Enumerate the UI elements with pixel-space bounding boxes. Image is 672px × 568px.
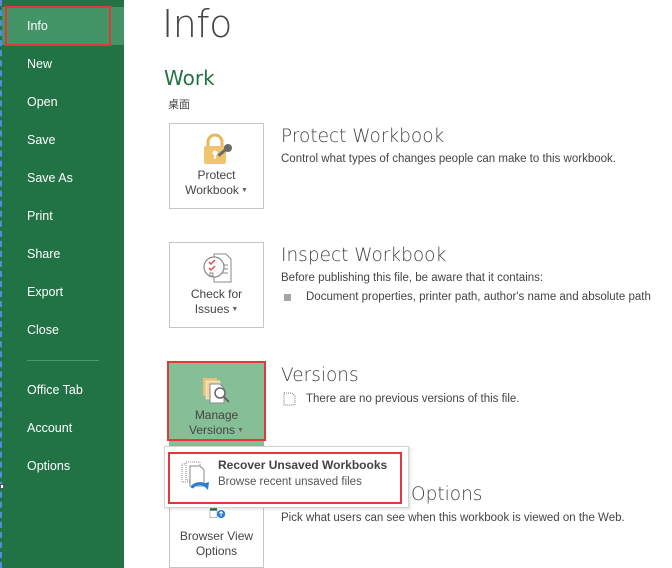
check-for-issues-button[interactable]: Check for Issues ▼ [169, 242, 264, 328]
check-label-1: Check for [190, 287, 243, 301]
inspect-bullet-item: Document properties, printer path, autho… [306, 291, 651, 303]
versions-title: Versions [281, 365, 359, 386]
browser-label-1: Browser View [179, 529, 254, 543]
versions-search-icon [202, 378, 230, 404]
sidebar-item-office-tab[interactable]: Office Tab [2, 371, 124, 409]
sidebar-item-new[interactable]: New [2, 45, 124, 83]
bullet-square-icon [284, 294, 291, 301]
sidebar-item-open[interactable]: Open [2, 83, 124, 121]
dropdown-caret-icon: ▼ [231, 306, 239, 314]
protect-workbook-description: Control what types of changes people can… [281, 153, 616, 165]
browser-label-2: Options [195, 544, 238, 558]
inspect-workbook-title: Inspect Workbook [281, 245, 447, 266]
sidebar-item-save[interactable]: Save [2, 121, 124, 159]
check-label-2: Issues ▼ [170, 302, 263, 317]
file-icon [283, 392, 296, 406]
versions-description: There are no previous versions of this f… [306, 393, 520, 405]
sidebar-item-account[interactable]: Account [2, 409, 124, 447]
check-label-2-text: Issues [194, 302, 230, 316]
checklist-icon [202, 253, 231, 283]
sidebar-item-options[interactable]: Options [2, 447, 124, 485]
recover-unsaved-title: Recover Unsaved Workbooks [218, 458, 388, 472]
versions-label-2-text: Versions [189, 423, 236, 437]
workbook-location: 桌面 [168, 99, 190, 111]
protect-workbook-button[interactable]: Protect Workbook ▼ [169, 123, 264, 209]
protect-label-2: Workbook ▼ [170, 183, 263, 198]
protect-label-2-text: Workbook [185, 183, 239, 197]
sidebar-item-print[interactable]: Print [2, 197, 124, 235]
manage-versions-dropdown: Recover Unsaved Workbooks Browse recent … [164, 446, 409, 508]
page-title: Info [162, 2, 232, 46]
inspect-workbook-description: Before publishing this file, be aware th… [281, 272, 544, 284]
sidebar-item-close[interactable]: Close [2, 311, 124, 349]
sidebar-divider [27, 360, 99, 361]
recover-files-icon [181, 461, 209, 490]
dropdown-caret-icon: ▼ [240, 187, 248, 195]
lock-key-icon [203, 133, 232, 164]
workbook-name: Work [164, 66, 215, 90]
protect-workbook-title: Protect Workbook [281, 126, 445, 147]
manage-versions-button[interactable]: Manage Versions ▼ [169, 363, 264, 449]
browser-view-icon [209, 508, 225, 519]
sidebar-item-save-as[interactable]: Save As [2, 159, 124, 197]
versions-label-2: Versions ▼ [170, 423, 263, 438]
sidebar-item-info[interactable]: Info [2, 7, 124, 45]
resize-handle[interactable] [0, 484, 4, 489]
sidebar-item-share[interactable]: Share [2, 235, 124, 273]
protect-label-1: Protect [197, 168, 236, 182]
dropdown-caret-icon: ▼ [237, 427, 244, 435]
versions-label-1: Manage [194, 408, 239, 422]
recover-unsaved-workbooks-item[interactable]: Recover Unsaved Workbooks Browse recent … [168, 452, 402, 504]
recover-unsaved-subtitle: Browse recent unsaved files [218, 476, 362, 488]
sidebar-item-export[interactable]: Export [2, 273, 124, 311]
browser-view-options-description: Pick what users can see when this workbo… [281, 512, 625, 524]
backstage-sidebar: Info New Open Save Save As Print Share E… [0, 0, 124, 568]
